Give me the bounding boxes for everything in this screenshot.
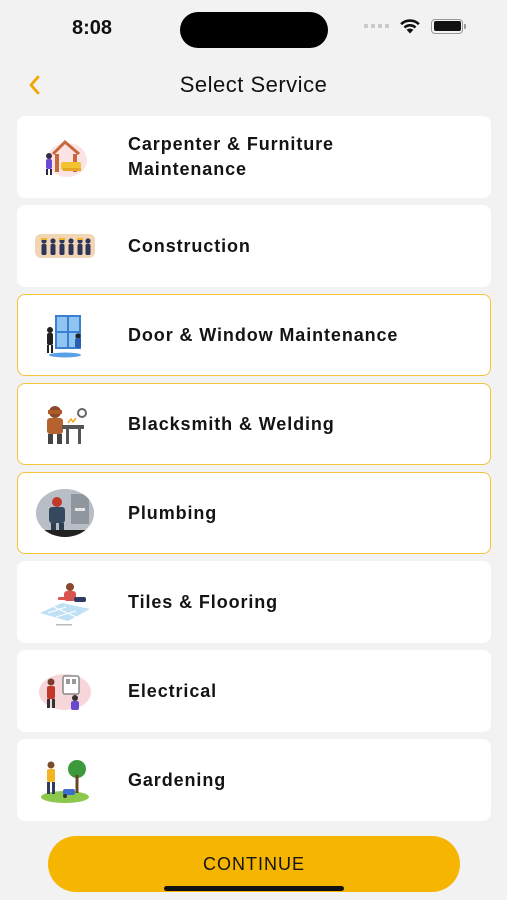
gardening-icon bbox=[34, 753, 96, 807]
service-card-plumbing[interactable]: Plumbing bbox=[17, 472, 491, 554]
status-icons bbox=[364, 18, 466, 34]
cellular-signal-icon bbox=[364, 24, 389, 28]
welding-icon bbox=[34, 397, 96, 451]
wifi-icon bbox=[400, 19, 420, 34]
service-label: Electrical bbox=[128, 680, 218, 701]
service-label: Blacksmith & Welding bbox=[128, 413, 335, 434]
construction-workers-icon bbox=[34, 219, 96, 273]
dynamic-island bbox=[180, 12, 328, 48]
status-time: 8:08 bbox=[72, 17, 113, 39]
service-label: Construction bbox=[128, 235, 251, 256]
service-card-tiles-flooring[interactable]: Tiles & Flooring bbox=[17, 561, 491, 643]
service-list: Carpenter & Furniture Maintenance Constr… bbox=[17, 116, 491, 828]
service-label: Gardening bbox=[128, 769, 227, 790]
carpenter-icon bbox=[34, 130, 96, 184]
continue-button[interactable]: CONTINUE bbox=[48, 836, 460, 892]
service-card-gardening[interactable]: Gardening bbox=[17, 739, 491, 821]
service-card-electrical[interactable]: Electrical bbox=[17, 650, 491, 732]
service-label: Tiles & Flooring bbox=[128, 591, 279, 612]
service-card-carpenter[interactable]: Carpenter & Furniture Maintenance bbox=[17, 116, 491, 198]
service-label: Plumbing bbox=[128, 502, 218, 523]
plumbing-icon bbox=[34, 486, 96, 540]
battery-icon bbox=[431, 18, 466, 34]
electrical-icon bbox=[34, 664, 96, 718]
service-card-blacksmith-welding[interactable]: Blacksmith & Welding bbox=[17, 383, 491, 465]
page-title: Select Service bbox=[179, 72, 328, 97]
door-window-icon bbox=[34, 308, 96, 362]
service-card-construction[interactable]: Construction bbox=[17, 205, 491, 287]
status-bar: 8:08 bbox=[0, 0, 507, 58]
app-screen: 8:08 Select Service Carpenter & Furnitur… bbox=[0, 0, 507, 900]
home-indicator bbox=[164, 886, 344, 891]
tiles-flooring-icon bbox=[34, 575, 96, 629]
header: Select Service bbox=[0, 62, 507, 108]
service-label: Door & Window Maintenance bbox=[128, 324, 399, 345]
service-card-door-window[interactable]: Door & Window Maintenance bbox=[17, 294, 491, 376]
service-label: Carpenter & Furniture Maintenance bbox=[128, 134, 334, 179]
